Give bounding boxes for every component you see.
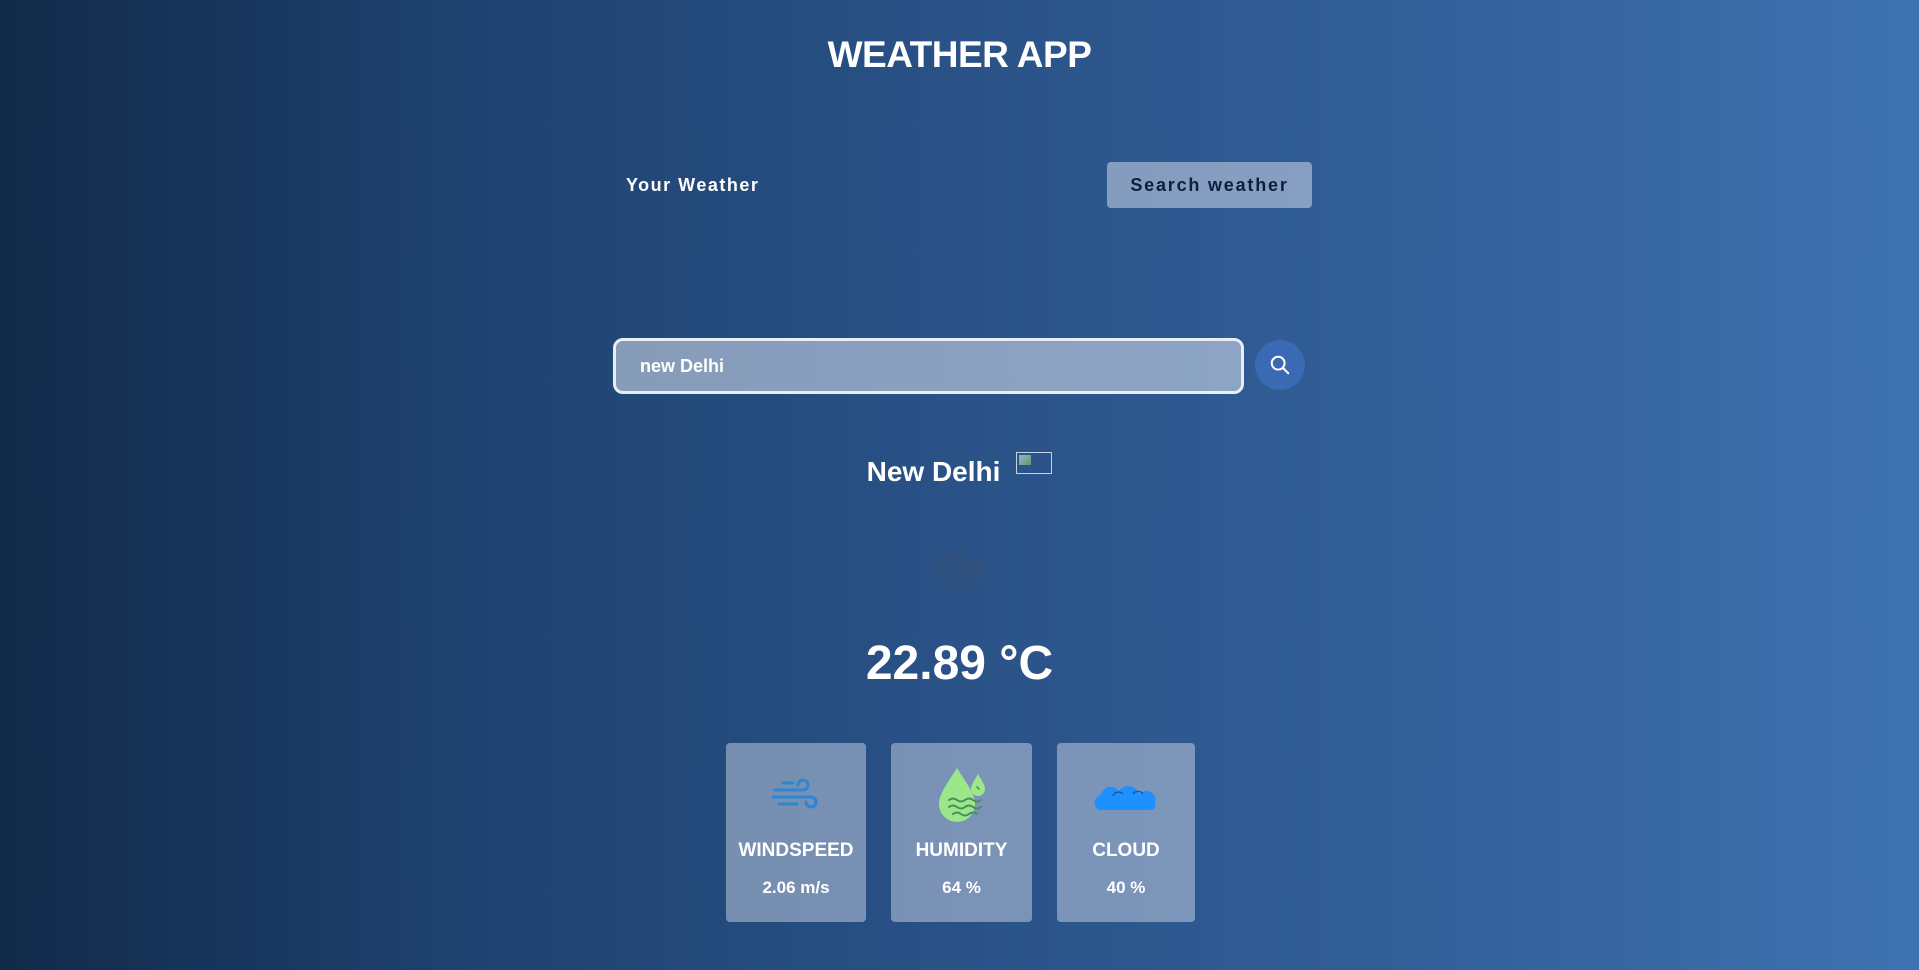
temperature-value: 22.89 °C [865,637,1054,690]
location-row: New Delhi [0,452,1919,488]
humidity-drop-icon [938,768,985,822]
search-icon [1270,355,1290,375]
search-button[interactable] [1255,340,1305,390]
city-name: New Delhi [866,456,1001,487]
country-flag-image [1016,452,1053,474]
humidity-value: 64 % [942,878,981,897]
humidity-card: HUMIDITY 64 % [891,743,1032,922]
humidity-label: HUMIDITY [915,840,1008,861]
windspeed-card: WINDSPEED 2.06 m/s [726,743,866,922]
city-search-input[interactable] [613,338,1244,394]
tab-search-weather[interactable]: Search weather [1107,162,1312,208]
windspeed-value: 2.06 m/s [762,878,830,897]
tab-your-weather[interactable]: Your Weather [616,162,769,208]
windspeed-label: WINDSPEED [738,840,854,861]
cloud-card: CLOUD 40 % [1057,743,1195,922]
wind-haze-icon [932,555,986,589]
cloud-value: 40 % [1106,878,1146,897]
cloud-icon [1094,786,1156,810]
wind-icon [771,778,818,809]
app-title: WEATHER APP [827,34,1092,75]
cloud-label: CLOUD [1092,840,1160,861]
